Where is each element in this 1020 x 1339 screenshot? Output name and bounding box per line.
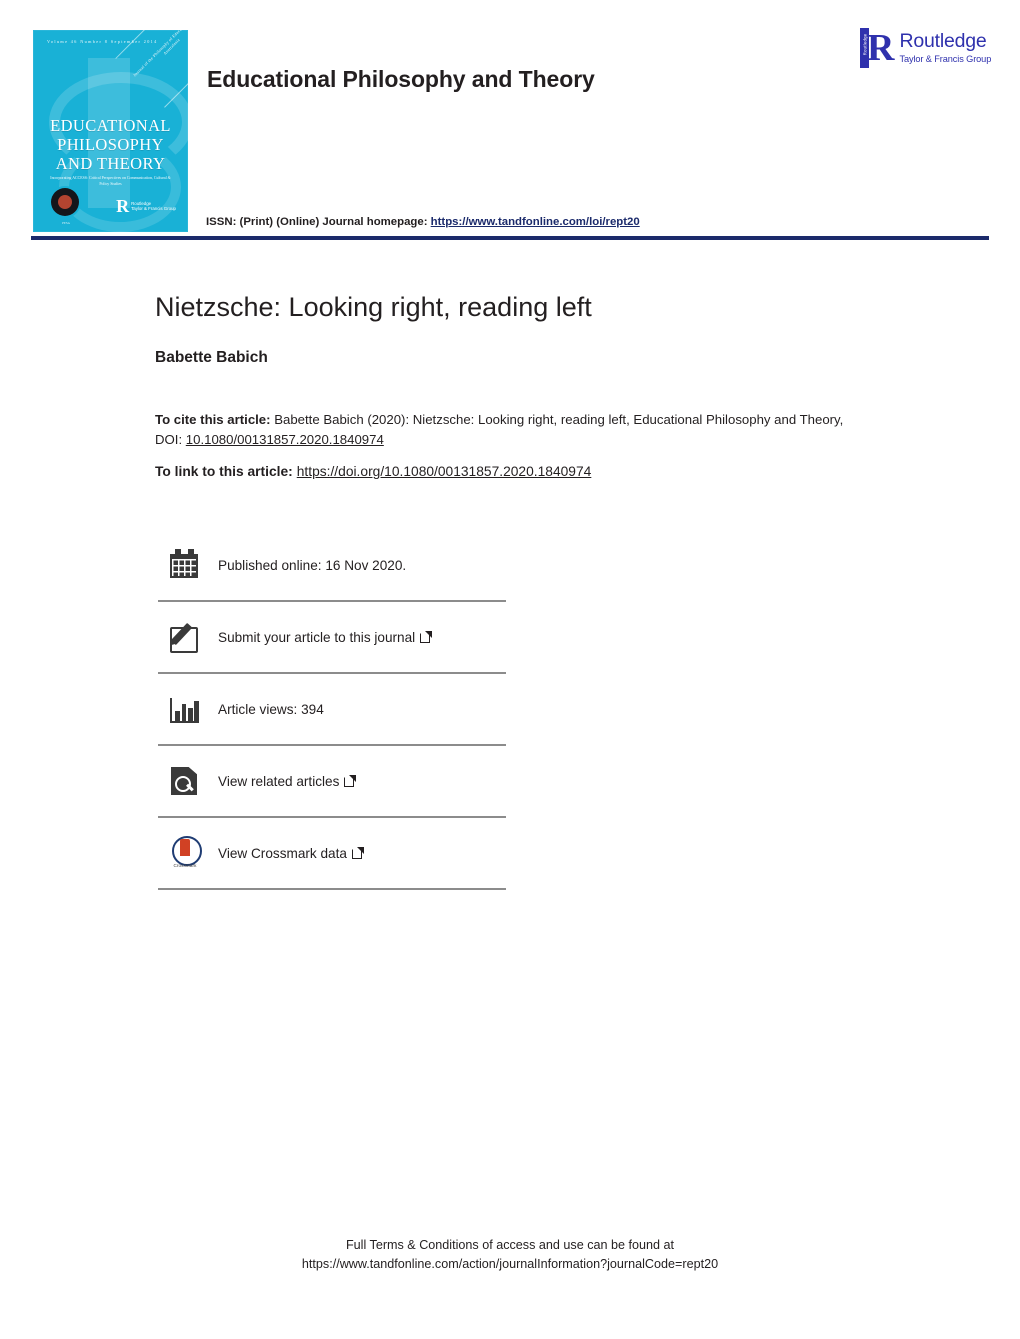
cover-publisher-mark: R Routledge Taylor & Francis Group [116, 196, 176, 216]
cover-society-seal-label: PESA [62, 221, 70, 225]
pencil-submit-icon [168, 620, 202, 654]
journal-homepage-link[interactable]: https://www.tandfonline.com/loi/rept20 [431, 216, 640, 228]
cover-routledge-r-icon: R [116, 196, 130, 216]
related-articles-icon [168, 764, 202, 798]
journal-title: Educational Philosophy and Theory [207, 66, 595, 92]
issn-line: ISSN: (Print) (Online) Journal homepage:… [206, 216, 640, 228]
citation-doi-link[interactable]: 10.1080/00131857.2020.1840974 [186, 432, 384, 447]
submit-article-label[interactable]: Submit your article to this journal [218, 629, 433, 645]
external-link-icon [351, 846, 364, 859]
external-link-icon [420, 630, 433, 643]
related-articles-text: View related articles [218, 773, 340, 789]
submit-article-text: Submit your article to this journal [218, 629, 416, 645]
cover-title-line-1: EDUCATIONAL [50, 116, 171, 135]
journal-masthead: Volume 46 Number 8 September 2014 Journa… [0, 0, 1020, 248]
cover-title-line-2: PHILOSOPHY [57, 135, 164, 154]
external-link-icon [344, 774, 357, 787]
metadata-row-article-views: Article views: 394 [158, 672, 506, 744]
cover-title-line-3: AND THEORY [55, 154, 166, 173]
routledge-group: Taylor & Francis Group [899, 53, 992, 64]
cover-society-seal-icon [51, 188, 79, 216]
routledge-spine-text: Routledge [862, 33, 868, 56]
cover-subtitle: Incorporating ACCESS: Critical Perspecti… [50, 176, 171, 186]
published-online-label: Published online: 16 Nov 2020. [218, 557, 407, 573]
crossmark-label[interactable]: View Crossmark data [218, 845, 364, 861]
metadata-row-related-articles[interactable]: View related articles [158, 744, 506, 816]
cover-routledge-group: Taylor & Francis Group [131, 206, 176, 211]
masthead-divider [31, 236, 989, 240]
routledge-name: Routledge [899, 30, 987, 53]
article-title: Nietzsche: Looking right, reading left [155, 292, 592, 323]
link-block: To link to this article: https://doi.org/… [155, 462, 845, 482]
article-metadata-list: Published online: 16 Nov 2020. Submit yo… [158, 530, 506, 890]
footer-line-2: https://www.tandfonline.com/action/journ… [301, 1257, 719, 1271]
related-articles-label[interactable]: View related articles [218, 773, 357, 789]
routledge-r-icon: R [867, 27, 895, 69]
citation-block: To cite this article: Babette Babich (20… [155, 410, 845, 450]
link-label: To link to this article: [155, 464, 293, 479]
metadata-row-crossmark[interactable]: CrossMark View Crossmark data [158, 816, 506, 890]
metadata-row-submit-article[interactable]: Submit your article to this journal [158, 600, 506, 672]
calendar-icon [168, 548, 202, 582]
journal-cover-image: Volume 46 Number 8 September 2014 Journa… [33, 30, 188, 232]
crossmark-caption: CrossMark [173, 863, 197, 868]
metadata-row-published-online: Published online: 16 Nov 2020. [158, 530, 506, 600]
cite-label: To cite this article: [155, 412, 271, 427]
footer-line-1: Full Terms & Conditions of access and us… [345, 1238, 675, 1252]
routledge-spine-tab: Routledge [860, 28, 869, 68]
crossmark-text: View Crossmark data [218, 845, 347, 861]
article-author: Babette Babich [155, 349, 268, 366]
article-views-label: Article views: 394 [218, 701, 324, 717]
page-footer: Full Terms & Conditions of access and us… [0, 1236, 1020, 1274]
issn-prefix: ISSN: (Print) (Online) Journal homepage: [206, 216, 428, 228]
cover-corner-text: Journal of the Philosophy of Education S… [132, 30, 188, 78]
crossmark-icon: CrossMark [168, 836, 202, 870]
cover-title: EDUCATIONAL PHILOSOPHY AND THEORY [33, 116, 188, 173]
article-doi-url-link[interactable]: https://doi.org/10.1080/00131857.2020.18… [297, 464, 592, 479]
bar-chart-icon [168, 692, 202, 726]
routledge-logo: Routledge R Routledge Taylor & Francis G… [860, 26, 992, 70]
